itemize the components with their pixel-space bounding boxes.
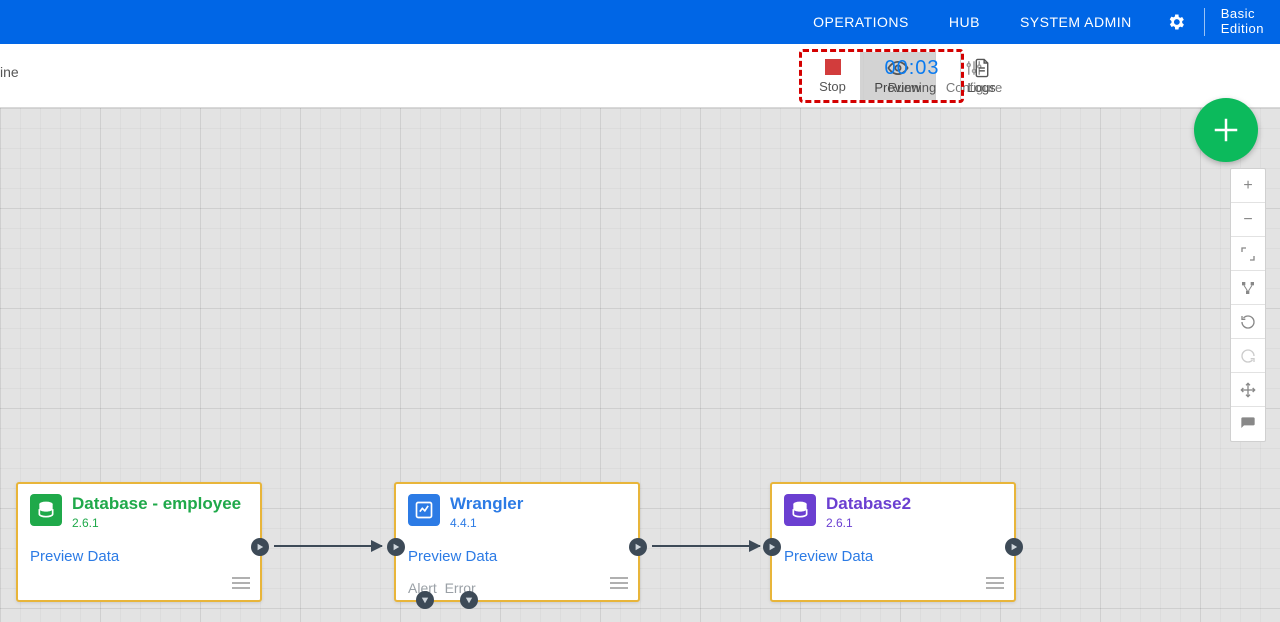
input-port[interactable] <box>387 538 405 556</box>
nav-hub[interactable]: HUB <box>929 14 1000 30</box>
preview-data-link[interactable]: Preview Data <box>784 548 873 565</box>
edition-line2: Edition <box>1221 22 1264 37</box>
error-port[interactable] <box>460 591 478 609</box>
edition-line1: Basic <box>1221 7 1264 22</box>
comment-icon <box>1240 416 1256 432</box>
preview-data-link[interactable]: Preview Data <box>408 548 497 565</box>
node-database2[interactable]: Database2 2.6.1 Preview Data <box>770 482 1016 602</box>
node-version: 2.6.1 <box>72 516 241 530</box>
node-database-employee[interactable]: Database - employee 2.6.1 Preview Data <box>16 482 262 602</box>
node-wrangler[interactable]: Wrangler 4.4.1 Preview Data Alert Error <box>394 482 640 602</box>
node-title: Database2 <box>826 494 911 514</box>
undo-icon <box>1240 314 1256 330</box>
comment-button[interactable] <box>1231 407 1265 441</box>
redo-button <box>1231 339 1265 373</box>
stop-label: Stop <box>819 79 846 94</box>
output-port[interactable] <box>1005 538 1023 556</box>
preview-data-link[interactable]: Preview Data <box>30 548 119 565</box>
alert-port[interactable] <box>416 591 434 609</box>
logs-button[interactable]: Logs <box>960 52 1002 100</box>
settings-icon[interactable] <box>1152 12 1200 32</box>
node-menu-icon[interactable] <box>610 574 628 592</box>
sub-toolbar: ine Preview Configure Stop 00:03 Running… <box>0 44 1280 108</box>
stop-button[interactable]: Stop <box>802 52 864 100</box>
document-icon <box>973 58 991 78</box>
database-icon <box>30 494 62 526</box>
node-title: Database - employee <box>72 494 241 514</box>
nav-system-admin[interactable]: SYSTEM ADMIN <box>1000 14 1152 30</box>
fit-icon <box>1240 246 1256 262</box>
move-icon <box>1240 382 1256 398</box>
node-menu-icon[interactable] <box>986 574 1004 592</box>
output-port[interactable] <box>251 538 269 556</box>
canvas-toolbar: + − <box>1230 168 1266 442</box>
redo-icon <box>1240 348 1256 364</box>
run-control-group: Stop 00:03 Running <box>802 52 960 100</box>
fit-button[interactable] <box>1231 237 1265 271</box>
stop-icon <box>825 59 841 75</box>
output-port[interactable] <box>629 538 647 556</box>
plus-icon <box>1211 115 1241 145</box>
running-label: Running <box>888 80 936 95</box>
pipeline-canvas[interactable]: + − Database - employee 2.6.1 <box>0 108 1280 622</box>
nodes-icon <box>1240 280 1256 296</box>
run-time: 00:03 <box>884 57 939 80</box>
wrangler-icon <box>408 494 440 526</box>
logs-label: Logs <box>967 80 995 95</box>
undo-button[interactable] <box>1231 305 1265 339</box>
input-port[interactable] <box>763 538 781 556</box>
zoom-in-button[interactable]: + <box>1231 169 1265 203</box>
add-button[interactable] <box>1194 98 1258 162</box>
node-menu-icon[interactable] <box>232 574 250 592</box>
node-version: 2.6.1 <box>826 516 911 530</box>
running-indicator: 00:03 Running <box>864 52 960 100</box>
layout-button[interactable] <box>1231 271 1265 305</box>
edition-label: Basic Edition <box>1209 7 1264 37</box>
zoom-out-button[interactable]: − <box>1231 203 1265 237</box>
nav-divider <box>1204 8 1205 36</box>
breadcrumb-fragment: ine <box>0 64 19 80</box>
move-button[interactable] <box>1231 373 1265 407</box>
node-title: Wrangler <box>450 494 523 514</box>
connection-arrow <box>652 545 760 547</box>
nav-operations[interactable]: OPERATIONS <box>793 14 929 30</box>
node-version: 4.4.1 <box>450 516 523 530</box>
top-nav: OPERATIONS HUB SYSTEM ADMIN Basic Editio… <box>0 0 1280 44</box>
database-icon <box>784 494 816 526</box>
connection-arrow <box>274 545 382 547</box>
